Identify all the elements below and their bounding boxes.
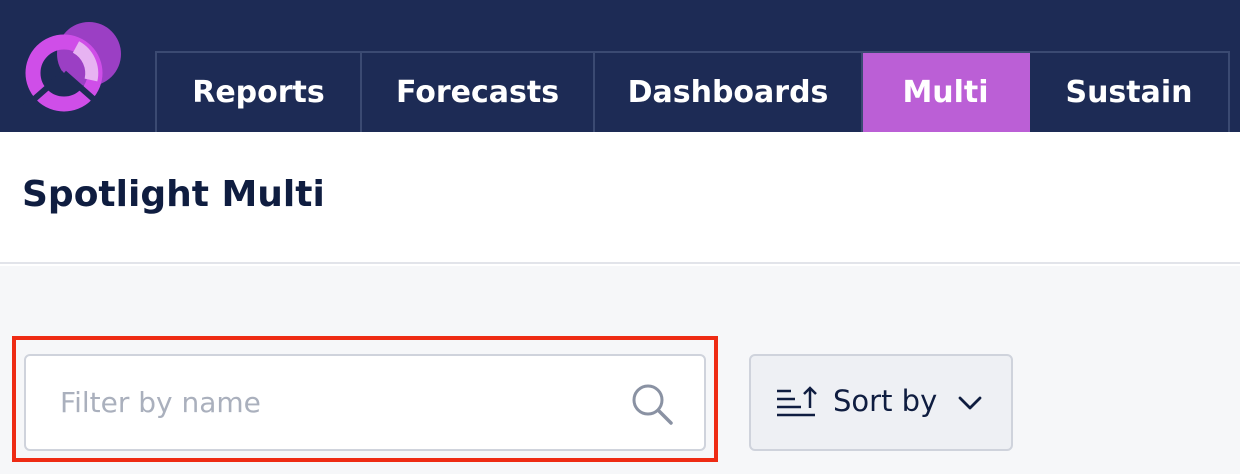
tab-multi-label: Multi xyxy=(902,75,989,110)
tab-forecasts-label: Forecasts xyxy=(395,75,560,110)
tab-sustain[interactable]: Sustain xyxy=(1030,53,1230,132)
top-navbar: Reports Forecasts Dashboards Multi Susta… xyxy=(0,0,1240,132)
tab-reports-label: Reports xyxy=(192,75,325,110)
page-header: Spotlight Multi xyxy=(0,132,1240,264)
sort-by-button[interactable]: Sort by xyxy=(749,354,1013,451)
main-tabs: Reports Forecasts Dashboards Multi Susta… xyxy=(155,51,1230,132)
sort-by-label: Sort by xyxy=(833,384,938,418)
search-icon[interactable] xyxy=(630,382,674,426)
filter-search-box[interactable] xyxy=(24,354,706,451)
brand-logo-icon[interactable] xyxy=(18,20,126,112)
tab-forecasts[interactable]: Forecasts xyxy=(362,53,595,132)
tab-dashboards[interactable]: Dashboards xyxy=(595,53,863,132)
chevron-down-icon xyxy=(958,396,982,410)
tab-sustain-label: Sustain xyxy=(1065,75,1193,110)
filter-by-name-input[interactable] xyxy=(26,356,616,449)
tab-multi[interactable]: Multi xyxy=(863,53,1030,132)
sort-ascending-icon xyxy=(777,386,817,417)
tab-reports[interactable]: Reports xyxy=(157,53,362,132)
page-title: Spotlight Multi xyxy=(22,174,325,215)
content-area: Sort by xyxy=(0,266,1240,474)
app-page: Reports Forecasts Dashboards Multi Susta… xyxy=(0,0,1240,474)
tab-dashboards-label: Dashboards xyxy=(627,75,829,110)
